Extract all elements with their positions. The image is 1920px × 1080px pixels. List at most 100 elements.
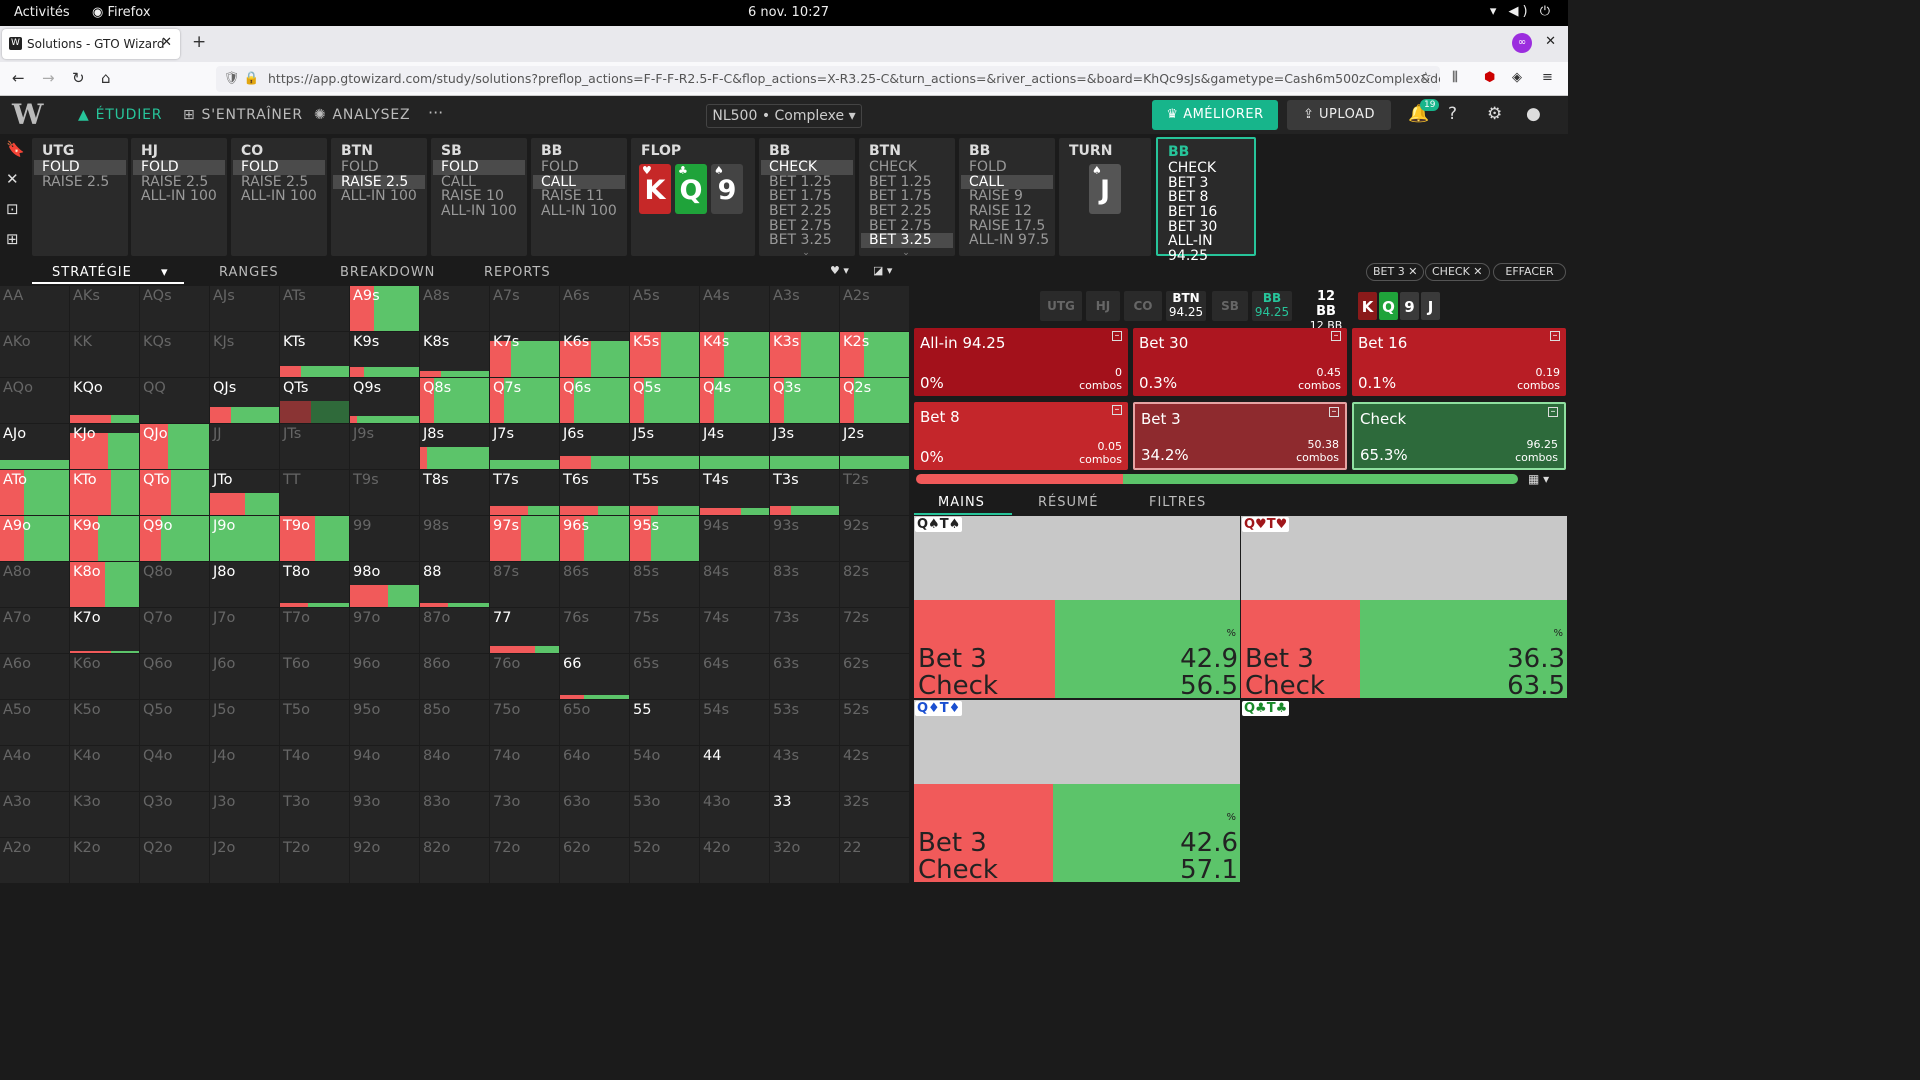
action-item[interactable]: CALL xyxy=(433,174,525,190)
hand-cell[interactable]: 54o xyxy=(630,746,699,791)
forward-icon[interactable]: → xyxy=(42,69,55,87)
hand-cell[interactable]: Q2o xyxy=(140,838,209,883)
hand-cell[interactable]: 87s xyxy=(490,562,559,607)
action-item[interactable]: FOLD xyxy=(34,160,126,175)
hand-cell[interactable]: T4o xyxy=(280,746,349,791)
action-item[interactable]: FOLD xyxy=(333,160,425,175)
action-item[interactable]: BET 1.75 xyxy=(761,189,853,204)
hand-cell[interactable]: 98o xyxy=(350,562,419,607)
hand-cell[interactable]: K9s xyxy=(350,332,419,377)
hand-cell[interactable]: J2s xyxy=(840,424,909,469)
position-btn-8[interactable]: BTN CHECK BET 1.25 BET 1.75 BET 2.25 BET 2.75… xyxy=(859,138,955,258)
hand-cell[interactable]: AJo xyxy=(0,424,69,469)
hand-cell[interactable]: Q7o xyxy=(140,608,209,653)
action-item[interactable]: ALL-IN 97.5 xyxy=(961,233,1053,248)
action-item[interactable]: ALL-IN 100 xyxy=(433,204,525,219)
hand-cell[interactable]: QTs xyxy=(280,378,349,423)
tab-filters[interactable]: FILTRES xyxy=(1149,495,1206,510)
action-item[interactable]: RAISE 2.5 xyxy=(333,174,425,190)
action-item[interactable]: BET 1.25 xyxy=(761,174,853,190)
hand-cell[interactable]: K3o xyxy=(70,792,139,837)
hand-cell[interactable]: J3s xyxy=(770,424,839,469)
action-item[interactable]: RAISE 12 xyxy=(961,204,1053,219)
position-utg-0[interactable]: UTG FOLD RAISE 2.5 xyxy=(32,138,128,256)
hand-cell[interactable]: ATs xyxy=(280,286,349,331)
library-icon[interactable]: ⫼ xyxy=(1452,70,1458,85)
chevron-down-icon[interactable]: ⌄ xyxy=(902,248,910,258)
hand-cell[interactable]: 66 xyxy=(560,654,629,699)
expand-icon[interactable]: – xyxy=(1112,405,1122,415)
action-item[interactable]: FOLD xyxy=(961,160,1053,175)
hand-cell[interactable]: 74s xyxy=(700,608,769,653)
tab-hands[interactable]: MAINS xyxy=(938,495,985,510)
tab-breakdown[interactable]: BREAKDOWN xyxy=(340,265,435,280)
hand-cell[interactable]: 82s xyxy=(840,562,909,607)
action-box-bet-30[interactable]: Bet 30 0.3% 0.45 combos – xyxy=(1133,328,1347,396)
hand-cell[interactable]: 96o xyxy=(350,654,419,699)
hand-cell[interactable]: 92s xyxy=(840,516,909,561)
hand-cell[interactable]: K8o xyxy=(70,562,139,607)
hand-cell[interactable]: A5o xyxy=(0,700,69,745)
more-menu-icon[interactable]: ··· xyxy=(428,103,443,122)
hand-cell[interactable]: A8o xyxy=(0,562,69,607)
action-item[interactable]: CALL xyxy=(533,174,625,190)
action-item[interactable]: BET 2.25 xyxy=(861,204,953,219)
hand-cell[interactable]: J2o xyxy=(210,838,279,883)
hand-cell[interactable]: 97o xyxy=(350,608,419,653)
hand-cell[interactable]: A2o xyxy=(0,838,69,883)
hand-cell[interactable]: K6s xyxy=(560,332,629,377)
hand-cell[interactable]: T6o xyxy=(280,654,349,699)
hand-cell[interactable]: J5s xyxy=(630,424,699,469)
hand-cell[interactable]: K7s xyxy=(490,332,559,377)
hand-cell[interactable]: J9o xyxy=(210,516,279,561)
hand-cell[interactable]: K6o xyxy=(70,654,139,699)
hand-cell[interactable]: 53s xyxy=(770,700,839,745)
action-item[interactable]: RAISE 2.5 xyxy=(233,174,325,190)
clear-filters-button[interactable]: EFFACER xyxy=(1493,263,1566,281)
hand-cell[interactable]: 94s xyxy=(700,516,769,561)
hand-cell[interactable]: J9s xyxy=(350,424,419,469)
hand-cell[interactable]: 65s xyxy=(630,654,699,699)
hand-cell[interactable]: Q2s xyxy=(840,378,909,423)
action-item[interactable]: RAISE 9 xyxy=(961,189,1053,204)
back-icon[interactable]: ← xyxy=(12,69,25,87)
hand-cell[interactable]: 64s xyxy=(700,654,769,699)
hand-cell[interactable]: J7s xyxy=(490,424,559,469)
hand-combo-card[interactable]: Q♣T♣ xyxy=(1241,700,1567,882)
hand-cell[interactable]: KJs xyxy=(210,332,279,377)
window-close-icon[interactable]: ✕ xyxy=(1545,34,1556,49)
hand-cell[interactable]: T9o xyxy=(280,516,349,561)
hand-combo-card[interactable]: Q♠T♠% Bet 3 Check 42.9 56.5 xyxy=(914,516,1240,698)
user-account-icon[interactable]: ● xyxy=(1526,104,1541,124)
position-bb-9[interactable]: BB FOLD CALL RAISE 9 RAISE 12 RAISE 17.5 ALL-I… xyxy=(959,138,1055,256)
hand-cell[interactable]: 83s xyxy=(770,562,839,607)
position-btn-3[interactable]: BTN FOLD RAISE 2.5 ALL-IN 100 xyxy=(331,138,427,256)
action-item[interactable]: RAISE 2.5 xyxy=(34,174,126,190)
hand-cell[interactable]: 32o xyxy=(770,838,839,883)
nav-study[interactable]: ▲ ÉTUDIER xyxy=(78,107,162,123)
hand-cell[interactable]: 98s xyxy=(420,516,489,561)
hand-cell[interactable]: 42s xyxy=(840,746,909,791)
hand-cell[interactable]: K7o xyxy=(70,608,139,653)
action-item[interactable]: ALL-IN 100 xyxy=(333,189,425,204)
hand-cell[interactable]: K8s xyxy=(420,332,489,377)
hand-cell[interactable]: 63s xyxy=(770,654,839,699)
chevron-down-icon[interactable]: ⌄ xyxy=(802,248,810,258)
hand-cell[interactable]: 75s xyxy=(630,608,699,653)
hand-cell[interactable]: A7o xyxy=(0,608,69,653)
action-box-check[interactable]: Check 65.3% 96.25 combos – xyxy=(1352,402,1566,470)
tab-reports[interactable]: REPORTS xyxy=(484,265,551,280)
action-item[interactable]: FOLD xyxy=(233,160,325,175)
action-item[interactable]: RAISE 17.5 xyxy=(961,219,1053,234)
hand-cell[interactable]: A3o xyxy=(0,792,69,837)
extensions-icon[interactable]: ◈ xyxy=(1512,70,1522,85)
action-item[interactable]: RAISE 11 xyxy=(533,189,625,204)
action-item[interactable]: CHECK xyxy=(1160,161,1252,176)
position-sb-4[interactable]: SB FOLD CALL RAISE 10 ALL-IN 100 xyxy=(431,138,527,256)
hand-cell[interactable]: T6s xyxy=(560,470,629,515)
hand-cell[interactable]: T8s xyxy=(420,470,489,515)
position-bb-7[interactable]: BB CHECK BET 1.25 BET 1.75 BET 2.25 BET 2.75 B… xyxy=(759,138,855,258)
hand-cell[interactable]: 62o xyxy=(560,838,629,883)
position-flop-6[interactable]: FLOP ♥ K ♣ Q ♠ 9 xyxy=(631,138,755,256)
hand-cell[interactable]: 72o xyxy=(490,838,559,883)
